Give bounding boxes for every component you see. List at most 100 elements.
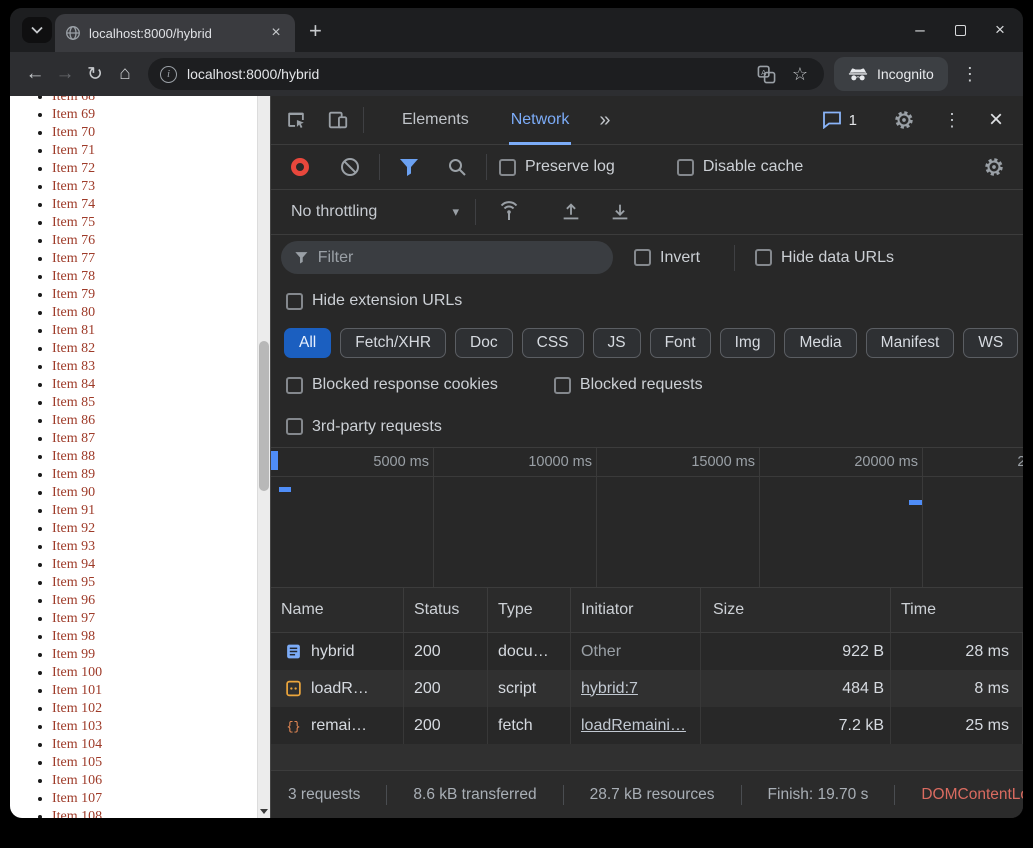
devtools-menu-icon[interactable]: ⋮ — [935, 103, 969, 137]
checkbox-box — [286, 376, 303, 394]
filter-chip-fetch-xhr[interactable]: Fetch/XHR — [340, 328, 447, 358]
maximize-icon[interactable] — [953, 24, 967, 36]
record-button[interactable] — [291, 158, 309, 176]
overview-gridline — [922, 448, 923, 587]
reload-icon[interactable]: ↻ — [80, 59, 110, 89]
divider — [363, 107, 364, 133]
throttling-toolbar: No throttling ▾ — [271, 190, 1023, 235]
filter-input[interactable] — [317, 248, 600, 267]
filter-chip-ws[interactable]: WS — [963, 328, 1019, 358]
inspect-icon[interactable] — [279, 103, 313, 137]
preserve-log-checkbox[interactable]: Preserve log — [499, 158, 615, 176]
clear-icon[interactable] — [333, 150, 367, 184]
browser-tab[interactable]: localhost:8000/hybrid × — [55, 14, 295, 52]
filter-input-box[interactable] — [281, 241, 613, 274]
divider — [894, 784, 896, 805]
window-controls: – × — [913, 8, 1007, 52]
filter-chip-css[interactable]: CSS — [521, 328, 584, 358]
checkbox-label: Blocked response cookies — [312, 376, 498, 393]
overview-tick-label: 5000 ms — [373, 454, 429, 470]
filter-chip-js[interactable]: JS — [592, 328, 641, 358]
filter-chip-media[interactable]: Media — [784, 328, 857, 358]
waterfall-bar — [279, 487, 291, 492]
overview[interactable]: 5000 ms 10000 ms 15000 ms 20000 ms 25000 ms — [271, 448, 1023, 588]
browser-menu-icon[interactable]: ⋮ — [958, 64, 982, 85]
network-settings-icon[interactable] — [977, 150, 1011, 184]
invert-checkbox[interactable]: Invert — [634, 249, 700, 267]
column-header-name[interactable]: Name — [271, 588, 404, 632]
page-scrollbar[interactable] — [257, 96, 270, 818]
svg-text:{}: {} — [286, 720, 300, 734]
scrollbar-down-button[interactable] — [258, 804, 270, 818]
forward-icon[interactable]: → — [50, 59, 80, 89]
cell-initiator[interactable]: hybrid:7 — [571, 670, 701, 707]
column-header-status[interactable]: Status — [404, 588, 488, 632]
blocked-response-cookies-checkbox[interactable]: Blocked response cookies — [286, 376, 498, 394]
cell-size: 922 B — [701, 633, 891, 670]
table-row[interactable]: hybrid 200 docu… Other 922 B 28 ms — [271, 633, 1023, 670]
devtools-close-icon[interactable]: × — [979, 103, 1013, 137]
table-row[interactable]: {} remai… 200 fetch loadRemaini… 7.2 kB 25 ms — [271, 707, 1023, 744]
issues-count: 1 — [848, 111, 857, 129]
list-item: Item 70 — [52, 124, 256, 142]
back-icon[interactable]: ← — [20, 59, 50, 89]
home-icon[interactable]: ⌂ — [110, 59, 140, 89]
request-name: remai… — [311, 716, 368, 734]
request-name: hybrid — [311, 642, 355, 660]
table-row[interactable]: loadR… 200 script hybrid:7 484 B8 ms — [271, 670, 1023, 707]
throttling-dropdown[interactable]: No throttling ▾ — [291, 203, 459, 221]
devtools-settings-icon[interactable] — [887, 103, 921, 137]
window-close-icon[interactable]: × — [993, 20, 1007, 40]
finish-time: Finish: 19.70 s — [767, 785, 869, 803]
filter-chip-doc[interactable]: Doc — [455, 328, 513, 358]
divider — [386, 784, 388, 805]
filter-chip-all[interactable]: All — [284, 328, 332, 358]
cell-name[interactable]: loadR… — [271, 670, 404, 707]
url-text: localhost:8000/hybrid — [187, 66, 320, 82]
cell-name[interactable]: hybrid — [271, 633, 404, 670]
tab-elements[interactable]: Elements — [400, 96, 471, 145]
initiator-text[interactable]: loadRemaini… — [581, 717, 686, 735]
device-toolbar-icon[interactable] — [321, 103, 355, 137]
export-har-icon[interactable] — [603, 195, 637, 229]
network-conditions-icon[interactable] — [492, 195, 526, 229]
overview-tick-label: 10000 ms — [528, 454, 592, 470]
list-item: Item 106 — [52, 772, 256, 790]
list-item: Item 90 — [52, 484, 256, 502]
translate-icon[interactable]: A — [754, 65, 778, 84]
disable-cache-checkbox[interactable]: Disable cache — [676, 158, 803, 176]
filter-chip-font[interactable]: Font — [649, 328, 711, 358]
filter-toggle-icon[interactable] — [392, 150, 426, 184]
initiator-text[interactable]: hybrid:7 — [581, 680, 638, 698]
tab-search-button[interactable] — [22, 17, 52, 43]
issues-counter[interactable]: 1 — [822, 111, 857, 129]
info-icon[interactable]: i — [160, 65, 177, 83]
scrollbar-thumb[interactable] — [259, 341, 269, 491]
hide-extension-urls-checkbox[interactable]: Hide extension URLs — [286, 292, 462, 310]
tab-strip: localhost:8000/hybrid × + – × — [10, 8, 1023, 52]
status-bar: 3 requests 8.6 kB transferred 28.7 kB re… — [271, 770, 1023, 818]
third-party-requests-checkbox[interactable]: 3rd-party requests — [286, 418, 442, 436]
search-icon[interactable] — [440, 150, 474, 184]
bookmark-star-icon[interactable]: ☆ — [788, 64, 812, 85]
hide-data-urls-checkbox[interactable]: Hide data URLs — [755, 249, 894, 267]
cell-name[interactable]: {} remai… — [271, 707, 404, 744]
list-item: Item 95 — [52, 574, 256, 592]
blocked-requests-checkbox[interactable]: Blocked requests — [553, 376, 703, 394]
list-item: Item 104 — [52, 736, 256, 754]
tab-close-icon[interactable]: × — [267, 24, 285, 42]
more-panels-icon[interactable]: » — [599, 109, 610, 132]
column-header-initiator[interactable]: Initiator — [571, 588, 701, 632]
minimize-icon[interactable]: – — [913, 20, 927, 40]
address-bar[interactable]: i localhost:8000/hybrid A ☆ — [148, 58, 824, 90]
new-tab-button[interactable]: + — [309, 18, 322, 44]
checkbox-label: Preserve log — [525, 158, 615, 175]
filter-chip-manifest[interactable]: Manifest — [865, 328, 955, 358]
filter-chip-img[interactable]: Img — [719, 328, 776, 358]
import-har-icon[interactable] — [554, 195, 588, 229]
cell-initiator[interactable]: loadRemaini… — [571, 707, 701, 744]
column-header-time[interactable]: Time — [891, 588, 1023, 632]
tab-network[interactable]: Network — [508, 96, 572, 145]
column-header-size[interactable]: Size — [701, 588, 891, 632]
column-header-type[interactable]: Type — [488, 588, 571, 632]
